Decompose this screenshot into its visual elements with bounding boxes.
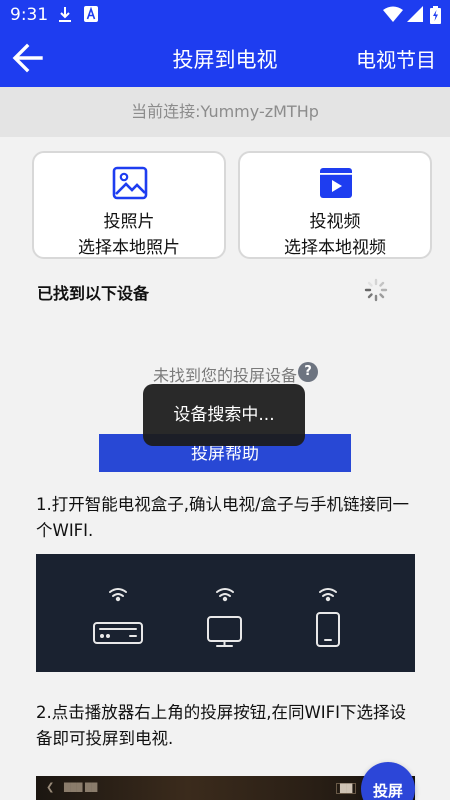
question-icon[interactable]: ? xyxy=(298,362,318,382)
step-2-illustration: ❮ ███ ██ ██ xyxy=(36,776,415,800)
cast-video-card[interactable]: 投视频 选择本地视频 xyxy=(238,151,432,259)
player-title-placeholder: ███ ██ xyxy=(64,783,98,792)
app-bar: 投屏到电视 电视节目 xyxy=(0,30,450,87)
image-icon xyxy=(112,166,148,200)
cast-photo-subtitle: 选择本地照片 xyxy=(78,238,180,258)
download-icon xyxy=(59,7,71,22)
searching-toast: 设备搜索中... xyxy=(143,384,305,446)
devices-header: 已找到以下设备 xyxy=(37,284,150,303)
loading-spinner-icon xyxy=(364,278,388,302)
step-1-illustration xyxy=(36,554,415,672)
chevron-left-icon: ❮ xyxy=(46,782,55,793)
cast-fab-button[interactable]: 投屏 xyxy=(361,762,415,800)
step-2-text: 2.点击播放器右上角的投屏按钮,在同WIFI下选择设备即可投屏到电视. xyxy=(36,703,407,748)
battery-icon xyxy=(430,6,441,24)
connection-status: 当前连接:Yummy-zMTHp xyxy=(0,87,450,137)
tv-programs-button[interactable]: 电视节目 xyxy=(356,44,436,73)
wifi-icon xyxy=(383,6,403,22)
step-1-text: 1.打开智能电视盒子,确认电视/盒子与手机链接同一个WIFI. xyxy=(36,495,410,540)
cast-photo-card[interactable]: 投照片 选择本地照片 xyxy=(32,151,226,259)
status-time: 9:31 xyxy=(10,5,49,25)
player-tag-placeholder: ██ xyxy=(336,783,357,794)
a-badge-icon xyxy=(84,6,98,22)
cast-photo-title: 投照片 xyxy=(103,212,155,232)
cast-video-title: 投视频 xyxy=(309,212,361,232)
signal-icon xyxy=(407,6,423,22)
cast-video-subtitle: 选择本地视频 xyxy=(284,238,386,258)
video-icon xyxy=(320,168,352,198)
devices-illustration xyxy=(93,588,340,647)
status-bar: 9:31 xyxy=(0,0,450,30)
no-device-text: 未找到您的投屏设备 xyxy=(152,366,297,385)
cast-fab-label: 投屏 xyxy=(372,782,403,800)
